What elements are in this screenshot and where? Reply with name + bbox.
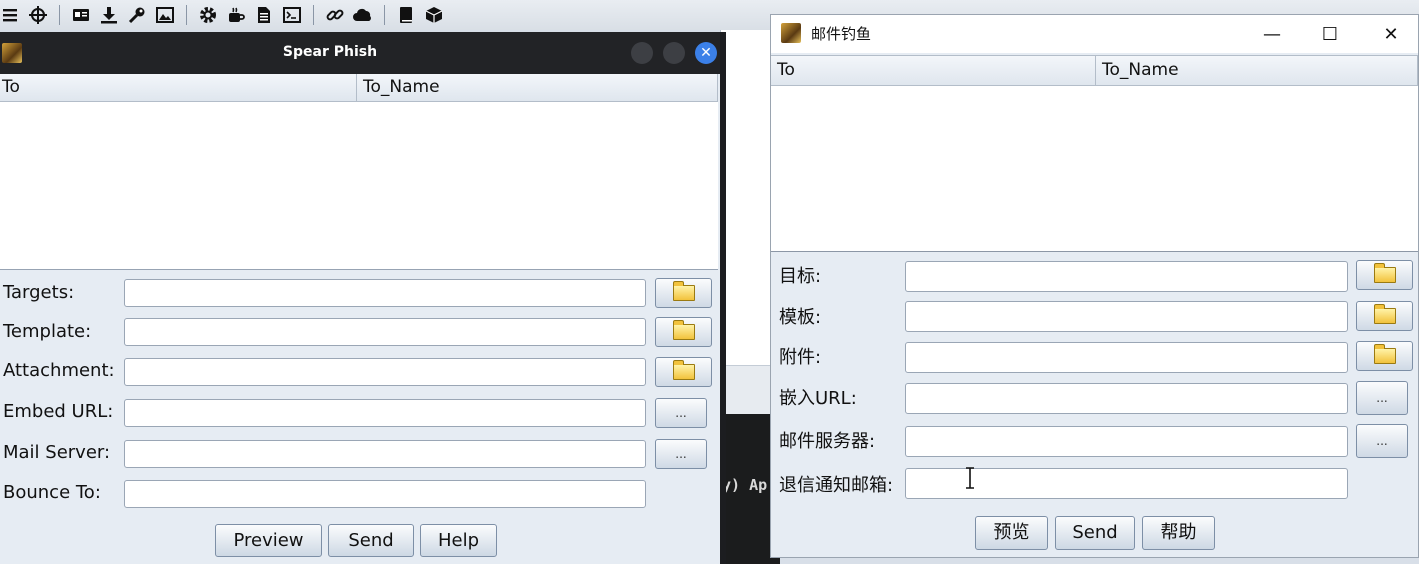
- embed-url-input[interactable]: [905, 383, 1348, 414]
- maximize-button[interactable]: ☐: [1310, 21, 1350, 47]
- template-label: Template:: [3, 321, 92, 342]
- crosshair-icon[interactable]: [28, 5, 48, 25]
- toolbar-separator: [59, 5, 60, 25]
- bounce-to-input[interactable]: [124, 480, 646, 508]
- folder-icon: [672, 281, 695, 301]
- targets-input[interactable]: [905, 261, 1348, 292]
- embed-url-input[interactable]: [124, 399, 646, 427]
- folder-icon: [672, 320, 695, 340]
- embed-url-label: 嵌入URL:: [779, 388, 857, 409]
- window-title: 邮件钓鱼: [811, 25, 872, 43]
- package-icon[interactable]: [424, 5, 444, 25]
- mail-server-label: 邮件服务器:: [779, 431, 876, 452]
- targets-label: Targets:: [3, 282, 75, 303]
- attachment-input[interactable]: [905, 342, 1348, 373]
- recipients-table[interactable]: To To_Name: [0, 74, 718, 270]
- attachment-input[interactable]: [124, 358, 646, 386]
- minimize-button[interactable]: —: [1252, 21, 1292, 47]
- text-cursor-icon: [966, 467, 974, 489]
- coffee-icon[interactable]: [226, 5, 246, 25]
- template-input[interactable]: [905, 301, 1348, 332]
- column-header-to-name[interactable]: To_Name: [1096, 56, 1418, 85]
- targets-browse-button[interactable]: [1356, 260, 1413, 290]
- preview-button[interactable]: 预览: [975, 516, 1048, 550]
- send-button[interactable]: Send: [1055, 516, 1135, 550]
- toolbar-separator: [186, 5, 187, 25]
- mail-server-options-button[interactable]: ...: [655, 439, 707, 469]
- close-button[interactable]: ✕: [1371, 21, 1411, 47]
- send-button[interactable]: Send: [328, 524, 414, 557]
- close-button[interactable]: ✕: [695, 42, 717, 64]
- mail-phish-titlebar[interactable]: 邮件钓鱼 — ☐ ✕: [771, 15, 1418, 53]
- preview-button[interactable]: Preview: [215, 524, 322, 557]
- mail-server-label: Mail Server:: [3, 442, 111, 463]
- recipients-table[interactable]: To To_Name: [771, 55, 1418, 252]
- embed-url-options-button[interactable]: ...: [655, 398, 707, 428]
- console-text: y) Ap: [722, 476, 768, 494]
- mail-server-input[interactable]: [905, 426, 1348, 457]
- mail-server-input[interactable]: [124, 440, 646, 468]
- toolbar-separator: [313, 5, 314, 25]
- spear-phish-titlebar[interactable]: Spear Phish ✕: [0, 32, 720, 74]
- background-stripe: [720, 365, 772, 414]
- cloud-icon[interactable]: [353, 5, 373, 25]
- window-title: Spear Phish: [282, 44, 378, 60]
- book-icon[interactable]: [396, 5, 416, 25]
- folder-icon: [672, 360, 695, 380]
- key-icon[interactable]: [127, 5, 147, 25]
- template-input[interactable]: [124, 318, 646, 346]
- attachment-label: 附件:: [779, 347, 822, 368]
- id-card-icon[interactable]: [71, 5, 91, 25]
- download-icon[interactable]: [99, 5, 119, 25]
- gear-icon[interactable]: [198, 5, 218, 25]
- column-header-to[interactable]: To: [0, 74, 357, 101]
- terminal-icon[interactable]: [282, 5, 302, 25]
- menu-icon[interactable]: [0, 5, 20, 25]
- folder-icon: [1373, 344, 1396, 364]
- embed-url-label: Embed URL:: [3, 401, 114, 422]
- minimize-button[interactable]: [631, 42, 653, 64]
- help-button[interactable]: 帮助: [1142, 516, 1215, 550]
- image-icon[interactable]: [155, 5, 175, 25]
- template-browse-button[interactable]: [1356, 301, 1413, 331]
- toolbar-separator: [384, 5, 385, 25]
- bounce-to-label: 退信通知邮箱:: [779, 475, 894, 496]
- targets-label: 目标:: [779, 266, 822, 287]
- spear-phish-window: Spear Phish ✕ To To_Name Targets: Templa…: [0, 32, 726, 564]
- attachment-browse-button[interactable]: [1356, 341, 1413, 371]
- template-label: 模板:: [779, 307, 822, 328]
- template-browse-button[interactable]: [655, 317, 712, 347]
- document-icon[interactable]: [254, 5, 274, 25]
- folder-icon: [1373, 304, 1396, 324]
- background-panel: [720, 30, 773, 420]
- embed-url-options-button[interactable]: ...: [1356, 381, 1408, 415]
- attachment-browse-button[interactable]: [655, 357, 712, 387]
- folder-icon: [1373, 263, 1396, 283]
- column-header-to[interactable]: To: [771, 56, 1096, 85]
- help-button[interactable]: Help: [420, 524, 497, 557]
- attachment-label: Attachment:: [3, 360, 115, 381]
- table-header: To To_Name: [0, 74, 718, 102]
- maximize-button[interactable]: [663, 42, 685, 64]
- link-icon[interactable]: [325, 5, 345, 25]
- table-header: To To_Name: [771, 56, 1418, 86]
- targets-browse-button[interactable]: [655, 278, 712, 308]
- column-header-to-name[interactable]: To_Name: [357, 74, 718, 101]
- mail-phish-window: 邮件钓鱼 — ☐ ✕ To To_Name 目标: 模板: 附件: 嵌入URL:…: [770, 14, 1419, 558]
- mail-server-options-button[interactable]: ...: [1356, 424, 1408, 458]
- app-icon: [781, 23, 801, 43]
- bounce-to-label: Bounce To:: [3, 482, 101, 503]
- targets-input[interactable]: [124, 279, 646, 307]
